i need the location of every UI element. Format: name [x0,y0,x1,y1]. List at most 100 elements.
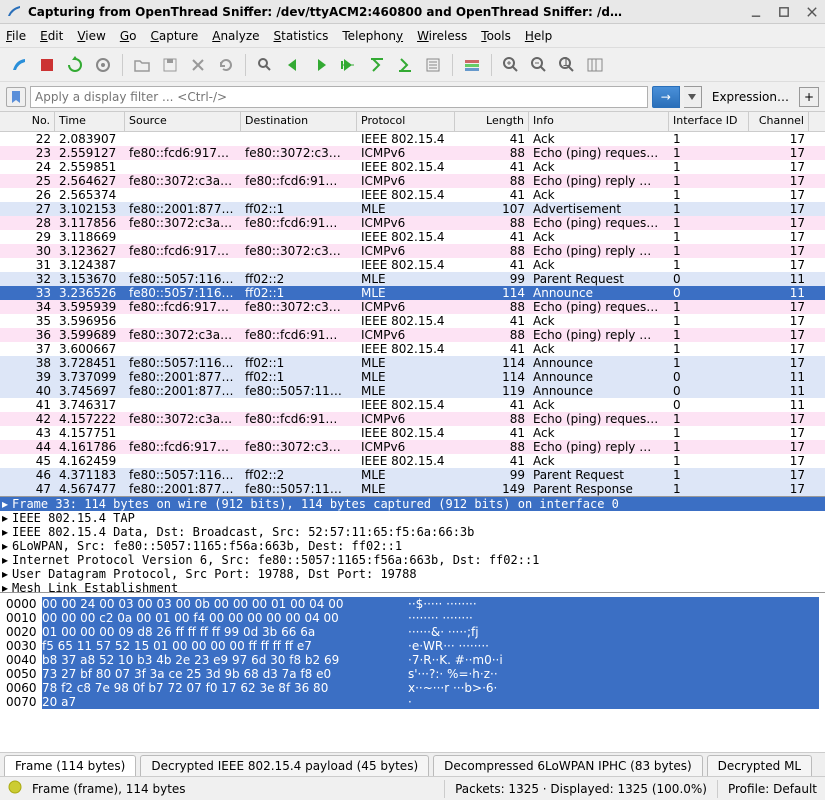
packet-row[interactable]: 393.737099fe80::2001:877…ff02::1MLE114An… [0,370,825,384]
packet-row[interactable]: 323.153670fe80::5057:116…ff02::2MLE99Par… [0,272,825,286]
packet-row[interactable]: 413.746317IEEE 802.15.441Ack011 [0,398,825,412]
go-forward-button[interactable] [308,52,334,78]
byte-pane-tabs: Frame (114 bytes) Decrypted IEEE 802.15.… [0,752,825,776]
packet-row[interactable]: 444.161786fe80::fcd6:917…fe80::3072:c3…I… [0,440,825,454]
hex-row[interactable]: 006078 f2 c8 7e 98 0f b7 72 07 f0 17 62 … [6,681,819,695]
packet-row[interactable]: 474.567477fe80::2001:877…fe80::5057:11…M… [0,482,825,496]
packet-row[interactable]: 454.162459IEEE 802.15.441Ack117 [0,454,825,468]
col-source[interactable]: Source [125,112,241,131]
restart-capture-button[interactable] [62,52,88,78]
add-filter-button[interactable]: + [799,87,819,107]
menu-tools[interactable]: Tools [481,29,511,43]
col-destination[interactable]: Destination [241,112,357,131]
packet-row[interactable]: 434.157751IEEE 802.15.441Ack117 [0,426,825,440]
packet-list[interactable]: No. Time Source Destination Protocol Len… [0,112,825,497]
tab-decrypted[interactable]: Decrypted IEEE 802.15.4 payload (45 byte… [140,755,429,776]
packet-row[interactable]: 403.745697fe80::2001:877…fe80::5057:11…M… [0,384,825,398]
menu-capture[interactable]: Capture [150,29,198,43]
packet-row[interactable]: 242.559851IEEE 802.15.441Ack117 [0,160,825,174]
minimize-button[interactable] [749,5,763,19]
menu-file[interactable]: File [6,29,26,43]
packet-details[interactable]: ▸ Frame 33: 114 bytes on wire (912 bits)… [0,497,825,593]
packet-row[interactable]: 363.599689fe80::3072:c3a…fe80::fcd6:91…I… [0,328,825,342]
close-file-button[interactable] [185,52,211,78]
stop-capture-button[interactable] [34,52,60,78]
start-capture-button[interactable] [6,52,32,78]
detail-line[interactable]: ▸ Frame 33: 114 bytes on wire (912 bits)… [0,497,825,511]
col-length[interactable]: Length [455,112,529,131]
detail-line[interactable]: ▸ Mesh Link Establishment [0,581,825,593]
menu-help[interactable]: Help [525,29,552,43]
packet-row[interactable]: 343.595939fe80::fcd6:917…fe80::3072:c3…I… [0,300,825,314]
go-back-button[interactable] [280,52,306,78]
packet-row[interactable]: 232.559127fe80::fcd6:917…fe80::3072:c3…I… [0,146,825,160]
go-last-button[interactable] [392,52,418,78]
status-profile[interactable]: Profile: Default [728,782,817,796]
save-button[interactable] [157,52,183,78]
col-info[interactable]: Info [529,112,669,131]
packet-row[interactable]: 464.371183fe80::5057:116…ff02::2MLE99Par… [0,468,825,482]
tab-frame[interactable]: Frame (114 bytes) [4,755,136,776]
open-file-button[interactable] [129,52,155,78]
col-protocol[interactable]: Protocol [357,112,455,131]
apply-filter-button[interactable]: → [652,86,680,108]
col-interface[interactable]: Interface ID [669,112,749,131]
hex-row[interactable]: 001000 00 00 c2 0a 00 01 00 f4 00 00 00 … [6,611,819,625]
menu-wireless[interactable]: Wireless [417,29,467,43]
hex-row[interactable]: 005073 27 bf 80 07 3f 3a ce 25 3d 9b 68 … [6,667,819,681]
filter-dropdown-button[interactable] [684,86,702,108]
col-no[interactable]: No. [0,112,55,131]
hex-row[interactable]: 0040b8 37 a8 52 10 b3 4b 2e 23 e9 97 6d … [6,653,819,667]
packet-row[interactable]: 333.236526fe80::5057:116…ff02::1MLE114An… [0,286,825,300]
menu-go[interactable]: Go [120,29,137,43]
zoom-out-button[interactable] [526,52,552,78]
bookmark-filter-icon[interactable] [6,87,26,107]
display-filter-input[interactable] [30,86,648,108]
packet-row[interactable]: 283.117856fe80::3072:c3a…fe80::fcd6:91…I… [0,216,825,230]
detail-line[interactable]: ▸ 6LoWPAN, Src: fe80::5057:1165:f56a:663… [0,539,825,553]
tab-decrypted-mle[interactable]: Decrypted ML [707,755,812,776]
col-channel[interactable]: Channel [749,112,809,131]
find-packet-button[interactable] [252,52,278,78]
menu-statistics[interactable]: Statistics [274,29,329,43]
zoom-in-button[interactable] [498,52,524,78]
close-button[interactable] [805,5,819,19]
detail-line[interactable]: ▸ User Datagram Protocol, Src Port: 1978… [0,567,825,581]
detail-line[interactable]: ▸ IEEE 802.15.4 TAP [0,511,825,525]
packet-bytes[interactable]: 000000 00 24 00 03 00 03 00 0b 00 00 00 … [0,593,825,752]
tab-decompressed[interactable]: Decompressed 6LoWPAN IPHC (83 bytes) [433,755,703,776]
expert-info-icon[interactable] [8,780,22,797]
detail-line[interactable]: ▸ Internet Protocol Version 6, Src: fe80… [0,553,825,567]
go-first-button[interactable] [364,52,390,78]
hex-row[interactable]: 0030f5 65 11 57 52 15 01 00 00 00 00 ff … [6,639,819,653]
hex-row[interactable]: 002001 00 00 00 09 d8 26 ff ff ff ff 99 … [6,625,819,639]
packet-row[interactable]: 262.565374IEEE 802.15.441Ack117 [0,188,825,202]
packet-row[interactable]: 222.083907IEEE 802.15.441Ack117 [0,132,825,146]
expression-button[interactable]: Expression… [706,90,795,104]
menu-telephony[interactable]: Telephony [342,29,403,43]
packet-row[interactable]: 353.596956IEEE 802.15.441Ack117 [0,314,825,328]
auto-scroll-button[interactable] [420,52,446,78]
menu-view[interactable]: View [77,29,105,43]
packet-row[interactable]: 303.123627fe80::fcd6:917…fe80::3072:c3…I… [0,244,825,258]
detail-line[interactable]: ▸ IEEE 802.15.4 Data, Dst: Broadcast, Sr… [0,525,825,539]
hex-row[interactable]: 000000 00 24 00 03 00 03 00 0b 00 00 00 … [6,597,819,611]
reload-button[interactable] [213,52,239,78]
go-to-packet-button[interactable] [336,52,362,78]
hex-row[interactable]: 007020 a7 · [6,695,819,709]
menu-analyze[interactable]: Analyze [212,29,259,43]
zoom-reset-button[interactable]: 1 [554,52,580,78]
packet-row[interactable]: 424.157222fe80::3072:c3a…fe80::fcd6:91…I… [0,412,825,426]
packet-row[interactable]: 383.728451fe80::5057:116…ff02::1MLE114An… [0,356,825,370]
packet-row[interactable]: 273.102153fe80::2001:877…ff02::1MLE107Ad… [0,202,825,216]
maximize-button[interactable] [777,5,791,19]
packet-row[interactable]: 313.124387IEEE 802.15.441Ack117 [0,258,825,272]
colorize-button[interactable] [459,52,485,78]
packet-row[interactable]: 293.118669IEEE 802.15.441Ack117 [0,230,825,244]
menu-edit[interactable]: Edit [40,29,63,43]
resize-columns-button[interactable] [582,52,608,78]
capture-options-button[interactable] [90,52,116,78]
packet-row[interactable]: 373.600667IEEE 802.15.441Ack117 [0,342,825,356]
col-time[interactable]: Time [55,112,125,131]
packet-row[interactable]: 252.564627fe80::3072:c3a…fe80::fcd6:91…I… [0,174,825,188]
